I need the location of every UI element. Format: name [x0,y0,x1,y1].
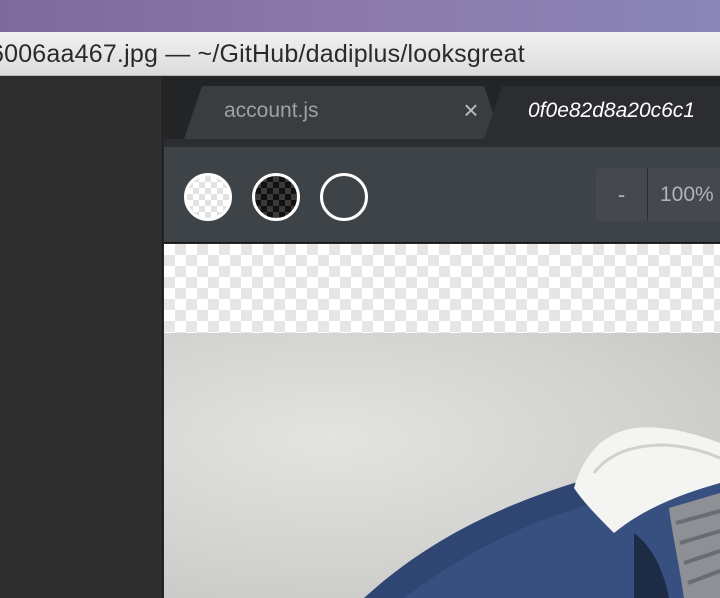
transparent-background-button[interactable] [320,173,368,221]
tab-image-file[interactable]: 0f0e82d8a20c6c1 [484,86,720,139]
tree-view-panel[interactable] [0,77,163,598]
desktop-wallpaper [0,0,720,32]
photo-illustration [364,427,720,598]
close-icon[interactable]: × [460,96,482,124]
zoom-controls: - 100% [596,168,720,221]
window-title: 6006aa467.jpg — ~/GitHub/dadiplus/looksg… [0,40,525,68]
white-background-button[interactable] [184,173,232,221]
tab-account-js[interactable]: account.js × [184,86,502,139]
image-view-toolbar: - 100% [164,147,720,243]
zoom-out-button[interactable]: - [596,168,648,221]
preview-image [164,333,720,598]
tab-label: 0f0e82d8a20c6c1 [528,99,695,122]
tab-bar-divider [164,139,720,147]
image-canvas[interactable] [164,244,720,598]
tab-label: account.js [224,99,319,122]
zoom-level-button[interactable]: 100% [660,168,714,221]
tab-bar: account.js × 0f0e82d8a20c6c1 [164,77,720,147]
transparency-checkerboard [164,244,720,333]
black-background-button[interactable] [252,173,300,221]
window-titlebar: 6006aa467.jpg — ~/GitHub/dadiplus/looksg… [0,32,720,76]
